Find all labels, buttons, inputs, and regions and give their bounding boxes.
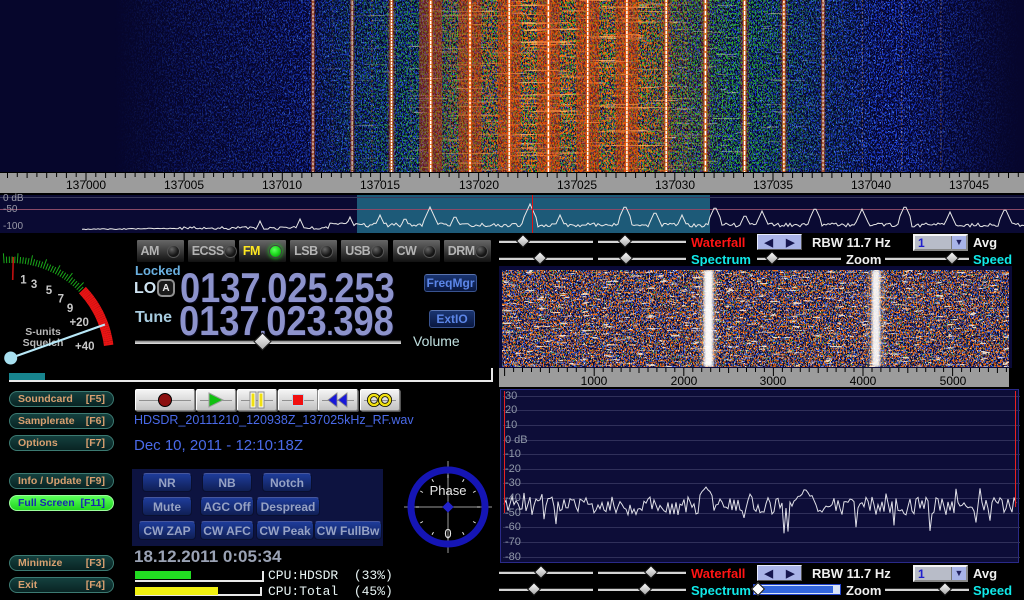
svg-text:9: 9	[67, 303, 73, 315]
svg-text:0: 0	[444, 526, 451, 541]
svg-text:1: 1	[20, 274, 27, 286]
svg-text:5: 5	[46, 285, 53, 297]
svg-text:Phase: Phase	[430, 483, 467, 498]
svg-text:+20: +20	[69, 317, 89, 329]
svg-text:7: 7	[58, 294, 64, 306]
svg-text:+40: +40	[75, 341, 95, 353]
svg-text:3: 3	[31, 279, 37, 291]
